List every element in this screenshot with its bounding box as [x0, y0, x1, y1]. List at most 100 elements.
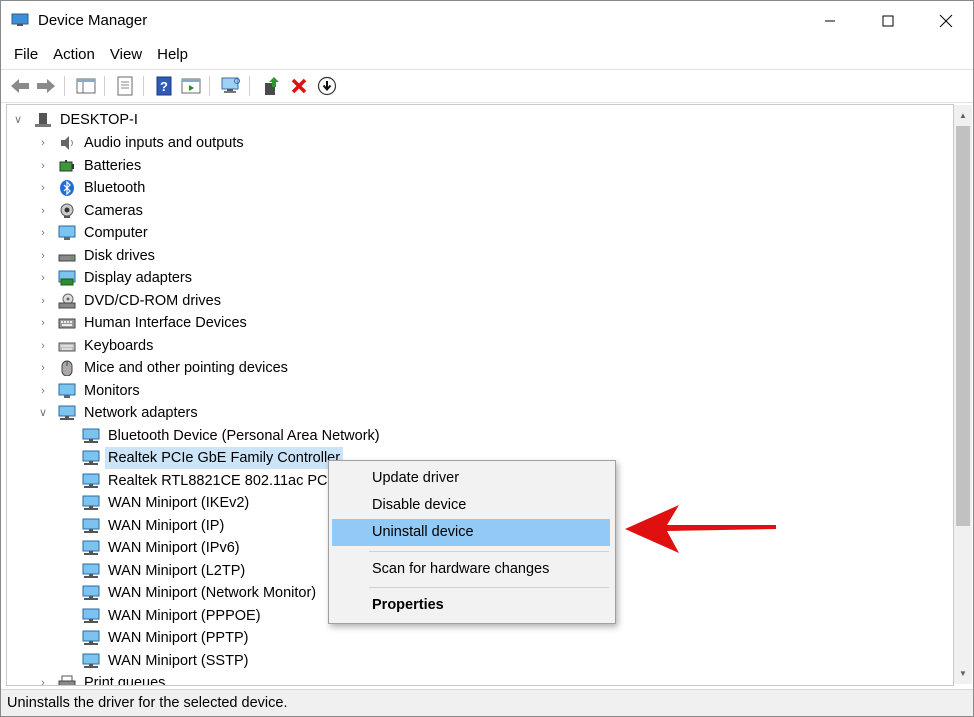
maximize-button[interactable]	[859, 1, 917, 41]
run-button[interactable]	[179, 74, 203, 98]
vertical-scrollbar[interactable]: ▲ ▼	[954, 105, 972, 684]
back-button[interactable]	[8, 74, 32, 98]
keyboard-icon	[58, 342, 76, 352]
menu-help[interactable]: Help	[151, 43, 197, 67]
chevron-right-icon[interactable]: ›	[36, 335, 50, 357]
tree-category-bluetooth[interactable]: › Bluetooth	[7, 177, 407, 199]
help-book-icon: ?	[156, 76, 172, 96]
chevron-right-icon[interactable]: ›	[36, 222, 50, 244]
minimize-button[interactable]	[801, 1, 859, 41]
tree-category-cameras[interactable]: › Cameras	[7, 200, 407, 222]
chevron-right-icon[interactable]: ›	[36, 177, 50, 199]
scroll-down-arrow-icon[interactable]: ▼	[954, 665, 972, 682]
network-adapter-icon	[82, 585, 100, 600]
tree-category-print-queues[interactable]: › Print queues	[7, 672, 407, 686]
chevron-right-icon[interactable]: ›	[36, 132, 50, 154]
tree-device-item[interactable]: WAN Miniport (SSTP)	[7, 650, 467, 672]
down-arrow-circle-icon	[317, 76, 337, 96]
forward-button[interactable]	[34, 74, 58, 98]
red-x-icon	[291, 78, 307, 94]
menu-update-driver[interactable]: Update driver	[332, 465, 610, 492]
chevron-down-icon[interactable]: ∨	[36, 402, 50, 424]
tree-device-label: WAN Miniport (L2TP)	[108, 563, 246, 579]
chevron-right-icon[interactable]: ›	[36, 312, 50, 334]
chevron-right-icon[interactable]: ›	[36, 200, 50, 222]
tree-device-item[interactable]: WAN Miniport (PPTP)	[7, 627, 467, 649]
uninstall-button[interactable]	[287, 74, 311, 98]
tree-device-label: WAN Miniport (IKEv2)	[108, 495, 250, 511]
status-bar: Uninstalls the driver for the selected d…	[1, 689, 973, 716]
menu-item-label: Properties	[372, 597, 444, 613]
disk-drive-icon	[58, 254, 76, 262]
chevron-right-icon[interactable]: ›	[36, 380, 50, 402]
tree-category-batteries[interactable]: › Batteries	[7, 155, 407, 177]
tree-device-label: Realtek PCIe GbE Family Controller	[105, 447, 344, 469]
menu-bar: File Action View Help	[1, 43, 973, 67]
tree-category-label: Computer	[84, 225, 148, 241]
tree-root[interactable]: ∨ DESKTOP-I	[7, 109, 207, 131]
tree-category-display-adapters[interactable]: › Display adapters	[7, 267, 407, 289]
show-hide-console-tree-button[interactable]	[74, 74, 98, 98]
menu-properties[interactable]: Properties	[332, 592, 610, 619]
chevron-right-icon[interactable]: ›	[36, 672, 50, 685]
computer-tower-icon	[35, 113, 51, 127]
tree-category-monitors[interactable]: › Monitors	[7, 380, 407, 402]
properties-button[interactable]	[113, 74, 137, 98]
status-text: Uninstalls the driver for the selected d…	[7, 695, 288, 711]
tree-category-label: Bluetooth	[84, 180, 146, 196]
scroll-up-arrow-icon[interactable]: ▲	[954, 107, 972, 124]
mouse-icon	[61, 360, 73, 376]
tree-category-dvd[interactable]: › DVD/CD-ROM drives	[7, 290, 407, 312]
run-window-icon	[181, 78, 201, 94]
tree-category-label: Print queues	[84, 675, 166, 686]
toolbar-separator	[143, 76, 144, 96]
tree-category-computer[interactable]: › Computer	[7, 222, 407, 244]
tree-category-keyboards[interactable]: › Keyboards	[7, 335, 407, 357]
update-driver-button[interactable]	[259, 74, 283, 98]
close-button[interactable]	[917, 1, 973, 41]
menu-view[interactable]: View	[104, 43, 151, 67]
tree-device-label: WAN Miniport (PPPOE)	[108, 608, 261, 624]
chevron-right-icon[interactable]: ›	[36, 267, 50, 289]
back-arrow-icon	[11, 79, 29, 93]
chevron-right-icon[interactable]: ›	[36, 357, 50, 379]
chevron-right-icon[interactable]: ›	[36, 290, 50, 312]
monitor-icon	[58, 383, 76, 398]
chevron-down-icon[interactable]: ∨	[11, 109, 25, 131]
help-button[interactable]: ?	[152, 74, 176, 98]
menu-scan-hardware[interactable]: Scan for hardware changes	[332, 556, 610, 583]
network-adapter-icon	[82, 450, 100, 465]
device-manager-app-icon	[11, 13, 29, 26]
network-adapter-icon	[82, 428, 100, 443]
scan-hardware-button[interactable]	[219, 74, 243, 98]
tree-device-label: WAN Miniport (Network Monitor)	[108, 585, 317, 601]
toolbar-separator	[104, 76, 105, 96]
scroll-thumb[interactable]	[956, 126, 970, 526]
tree-device-label: WAN Miniport (SSTP)	[108, 653, 249, 669]
menu-uninstall-device[interactable]: Uninstall device	[332, 519, 610, 546]
menu-action[interactable]: Action	[47, 43, 104, 67]
red-arrow-annotation-icon	[625, 505, 776, 553]
chevron-right-icon[interactable]: ›	[36, 155, 50, 177]
tree-device-label: WAN Miniport (IPv6)	[108, 540, 240, 556]
tree-device-item[interactable]: Bluetooth Device (Personal Area Network)	[7, 425, 467, 447]
display-adapter-icon	[58, 270, 76, 286]
chevron-right-icon[interactable]: ›	[36, 245, 50, 267]
toolbar-separator	[209, 76, 210, 96]
network-adapter-icon	[82, 540, 100, 555]
tree-category-label: Monitors	[84, 383, 140, 399]
tree-category-mice[interactable]: › Mice and other pointing devices	[7, 357, 407, 379]
menu-item-label: Uninstall device	[372, 524, 474, 540]
tree-category-audio[interactable]: › Audio inputs and outputs	[7, 132, 407, 154]
tree-category-network-adapters[interactable]: ∨ Network adapters	[7, 402, 407, 424]
network-adapter-icon	[82, 563, 100, 578]
tree-category-disk-drives[interactable]: › Disk drives	[7, 245, 407, 267]
menu-file[interactable]: File	[1, 43, 47, 67]
menu-disable-device[interactable]: Disable device	[332, 492, 610, 519]
printer-icon	[58, 675, 76, 685]
disable-button[interactable]	[315, 74, 339, 98]
properties-sheet-icon	[117, 76, 133, 96]
optical-drive-icon	[58, 293, 76, 309]
tree-category-hid[interactable]: › Human Interface Devices	[7, 312, 407, 334]
hid-keyboard-icon	[58, 318, 76, 329]
